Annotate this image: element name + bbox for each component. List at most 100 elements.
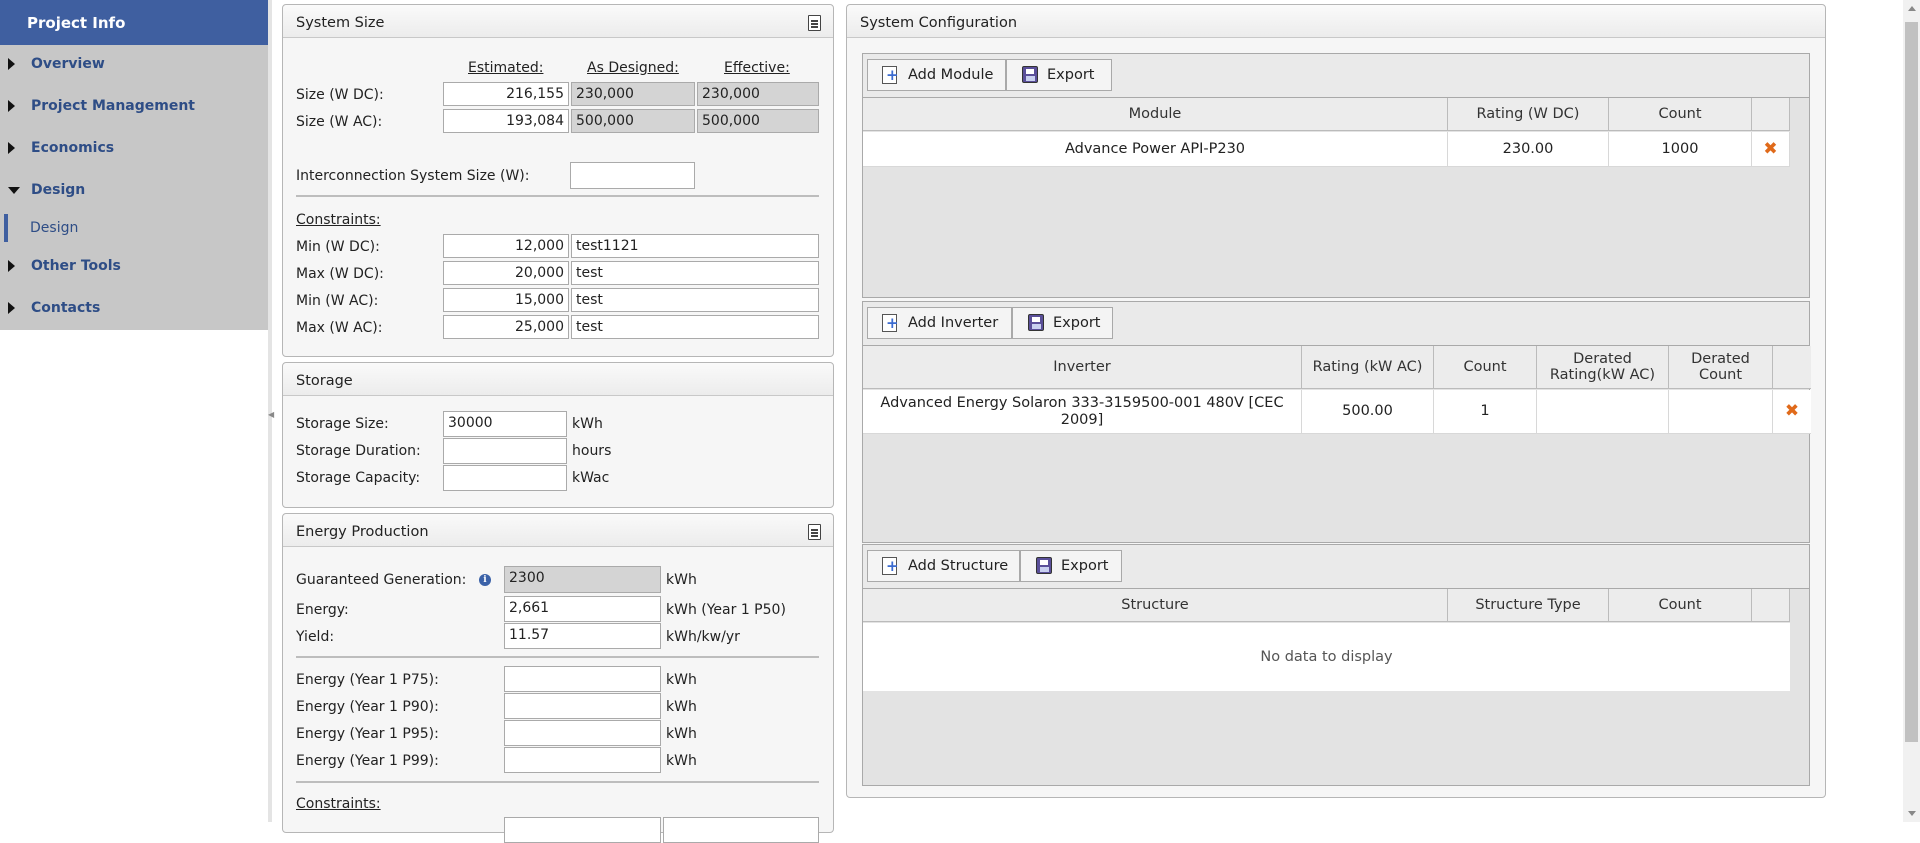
- storage-size-unit: kWh: [572, 416, 603, 432]
- inverter-grid: Add Inverter Export Inverter Rating (kW …: [862, 301, 1811, 543]
- energy-constraint-input[interactable]: [504, 817, 661, 843]
- col-structure[interactable]: Structure: [863, 589, 1448, 621]
- nav-label: Overview: [31, 56, 105, 72]
- table-row[interactable]: Advanced Energy Solaron 333-3159500-001 …: [863, 390, 1811, 434]
- system-configuration-panel: System Configuration Add Module Export M…: [846, 4, 1826, 798]
- yield-input[interactable]: 11.57: [504, 623, 661, 649]
- size-ac-label: Size (W AC):: [296, 114, 383, 130]
- col-count[interactable]: Count: [1609, 589, 1752, 621]
- add-module-button[interactable]: Add Module: [867, 59, 1006, 91]
- storage-capacity-input[interactable]: [443, 465, 567, 491]
- col-count[interactable]: Count: [1434, 346, 1537, 388]
- max-ac-note[interactable]: test: [571, 315, 819, 339]
- col-structure-type[interactable]: Structure Type: [1448, 589, 1609, 621]
- export-module-button[interactable]: Export: [1006, 59, 1112, 91]
- table-row[interactable]: Advance Power API-P230 230.00 1000 ✖: [863, 132, 1790, 167]
- min-dc-input[interactable]: 12,000: [443, 234, 569, 258]
- document-icon[interactable]: [808, 15, 821, 31]
- nav-item-design[interactable]: Design: [0, 175, 268, 207]
- guaranteed-generation-value: 2300: [504, 566, 661, 593]
- nav-item-project-management[interactable]: Project Management: [0, 91, 268, 123]
- button-label: Export: [1053, 315, 1101, 331]
- add-structure-button[interactable]: Add Structure: [867, 550, 1020, 582]
- collapse-arrow-icon[interactable]: ◀: [268, 410, 274, 419]
- col-derated-rating[interactable]: Derated Rating(kW AC): [1537, 346, 1669, 388]
- button-label: Add Structure: [908, 558, 1009, 574]
- button-label: Add Module: [908, 67, 994, 83]
- nav-subitem-design[interactable]: Design: [4, 214, 268, 242]
- scrollbar-thumb[interactable]: [1905, 22, 1918, 742]
- energy-p90-unit: kWh: [666, 699, 697, 715]
- energy-p75-unit: kWh: [666, 672, 697, 688]
- energy-p75-input[interactable]: [504, 666, 661, 692]
- energy-unit: kWh (Year 1 P50): [666, 602, 786, 618]
- max-ac-input[interactable]: 25,000: [443, 315, 569, 339]
- col-rating[interactable]: Rating (W DC): [1448, 98, 1609, 130]
- button-label: Export: [1047, 67, 1095, 83]
- storage-capacity-unit: kWac: [572, 470, 610, 486]
- divider: [296, 781, 819, 783]
- max-dc-note[interactable]: test: [571, 261, 819, 285]
- storage-duration-input[interactable]: [443, 438, 567, 464]
- delete-icon[interactable]: ✖: [1785, 403, 1799, 420]
- col-derated-count[interactable]: Derated Count: [1669, 346, 1773, 388]
- col-rating[interactable]: Rating (kW AC): [1302, 346, 1434, 388]
- col-actions: [1752, 98, 1790, 130]
- nav-sub-label: Design: [30, 220, 79, 236]
- energy-p95-input[interactable]: [504, 720, 661, 746]
- nav-label: Other Tools: [31, 258, 121, 274]
- sidebar: Project Info Overview Project Management…: [0, 0, 268, 330]
- panel-title: System Configuration: [847, 5, 1825, 38]
- info-icon[interactable]: i: [479, 574, 491, 586]
- min-ac-input[interactable]: 15,000: [443, 288, 569, 312]
- col-effective: Effective:: [724, 60, 790, 76]
- nav-item-other-tools[interactable]: Other Tools: [0, 251, 268, 283]
- nav-label: Contacts: [31, 300, 101, 316]
- module-rating: 230.00: [1448, 132, 1609, 166]
- scroll-up-icon[interactable]: [1908, 6, 1916, 11]
- export-inverter-button[interactable]: Export: [1012, 307, 1113, 339]
- scroll-down-icon[interactable]: [1908, 811, 1916, 816]
- delete-icon[interactable]: ✖: [1763, 140, 1777, 158]
- panel-title: Energy Production: [283, 514, 833, 547]
- min-dc-note[interactable]: test1121: [571, 234, 819, 258]
- divider: [296, 195, 819, 197]
- guaranteed-generation-unit: kWh: [666, 572, 697, 588]
- structure-toolbar: Add Structure Export: [863, 545, 1809, 589]
- nav-label: Design: [31, 182, 86, 198]
- interconnection-input[interactable]: [570, 162, 695, 189]
- storage-size-input[interactable]: 30000: [443, 411, 567, 437]
- energy-p99-unit: kWh: [666, 753, 697, 769]
- nav-item-overview[interactable]: Overview: [0, 49, 268, 81]
- min-ac-note[interactable]: test: [571, 288, 819, 312]
- storage-duration-label: Storage Duration:: [296, 443, 421, 459]
- add-inverter-button[interactable]: Add Inverter: [867, 307, 1012, 339]
- add-document-icon: [882, 314, 899, 332]
- size-dc-effective: 230,000: [697, 82, 819, 106]
- nav-item-economics[interactable]: Economics: [0, 133, 268, 165]
- energy-input[interactable]: 2,661: [504, 596, 661, 622]
- col-inverter[interactable]: Inverter: [863, 346, 1302, 388]
- module-name: Advance Power API-P230: [863, 132, 1448, 166]
- energy-p90-input[interactable]: [504, 693, 661, 719]
- max-ac-label: Max (W AC):: [296, 320, 383, 336]
- nav-item-contacts[interactable]: Contacts: [0, 293, 268, 325]
- export-structure-button[interactable]: Export: [1020, 550, 1122, 582]
- col-count[interactable]: Count: [1609, 98, 1752, 130]
- col-module[interactable]: Module: [863, 98, 1448, 130]
- min-dc-label: Min (W DC):: [296, 239, 380, 255]
- size-dc-estimated: 216,155: [443, 82, 569, 106]
- energy-constraint-note[interactable]: [663, 817, 819, 843]
- max-dc-label: Max (W DC):: [296, 266, 384, 282]
- energy-p95-label: Energy (Year 1 P95):: [296, 726, 439, 742]
- sidebar-title: Project Info: [0, 0, 268, 45]
- module-toolbar: Add Module Export: [863, 54, 1809, 98]
- page-scrollbar[interactable]: [1903, 0, 1920, 822]
- energy-p95-unit: kWh: [666, 726, 697, 742]
- empty-row: No data to display: [863, 623, 1790, 691]
- energy-p90-label: Energy (Year 1 P90):: [296, 699, 439, 715]
- no-data-message: No data to display: [1260, 648, 1393, 665]
- energy-p99-input[interactable]: [504, 747, 661, 773]
- document-icon[interactable]: [808, 524, 821, 540]
- max-dc-input[interactable]: 20,000: [443, 261, 569, 285]
